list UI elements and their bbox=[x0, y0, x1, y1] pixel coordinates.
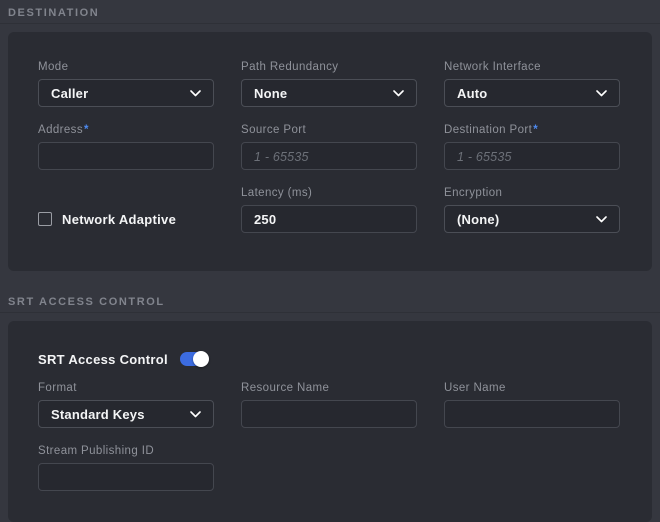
chevron-down-icon bbox=[596, 216, 607, 223]
latency-field: Latency (ms) bbox=[241, 186, 417, 233]
srt-access-control-toggle[interactable] bbox=[180, 352, 208, 366]
address-field: Address* bbox=[38, 123, 214, 170]
encryption-select[interactable]: (None) bbox=[444, 205, 620, 233]
format-label: Format bbox=[38, 381, 214, 395]
srt-access-control-toggle-label: SRT Access Control bbox=[38, 352, 168, 367]
network-interface-field: Network Interface Auto bbox=[444, 60, 620, 107]
srt-access-control-card: SRT Access Control Format Standard Keys bbox=[8, 321, 652, 522]
toggle-knob bbox=[193, 351, 209, 367]
mode-label: Mode bbox=[38, 60, 214, 74]
user-name-label: User Name bbox=[444, 381, 620, 395]
user-name-input[interactable] bbox=[444, 400, 620, 428]
srt-access-control-section: SRT ACCESS CONTROL SRT Access Control Fo… bbox=[0, 289, 660, 522]
latency-input[interactable] bbox=[241, 205, 417, 233]
destination-card: Mode Caller Path Redundancy None bbox=[8, 32, 652, 271]
destination-section-header: DESTINATION bbox=[0, 0, 660, 24]
destination-port-input[interactable] bbox=[444, 142, 620, 170]
chevron-down-icon bbox=[190, 411, 201, 418]
required-asterisk: * bbox=[84, 124, 89, 136]
srt-access-control-section-header: SRT ACCESS CONTROL bbox=[0, 289, 660, 313]
source-port-field: Source Port bbox=[241, 123, 417, 170]
stream-publishing-id-field: Stream Publishing ID bbox=[38, 444, 214, 491]
network-adaptive-checkbox[interactable] bbox=[38, 212, 52, 226]
format-select-value: Standard Keys bbox=[51, 407, 145, 422]
resource-name-label: Resource Name bbox=[241, 381, 417, 395]
path-redundancy-label: Path Redundancy bbox=[241, 60, 417, 74]
network-interface-select[interactable]: Auto bbox=[444, 79, 620, 107]
stream-publishing-id-input[interactable] bbox=[38, 463, 214, 491]
chevron-down-icon bbox=[393, 90, 404, 97]
resource-name-input[interactable] bbox=[241, 400, 417, 428]
path-redundancy-select[interactable]: None bbox=[241, 79, 417, 107]
mode-select-value: Caller bbox=[51, 86, 88, 101]
stream-publishing-id-label: Stream Publishing ID bbox=[38, 444, 214, 458]
format-field: Format Standard Keys bbox=[38, 381, 214, 428]
latency-label: Latency (ms) bbox=[241, 186, 417, 200]
source-port-label: Source Port bbox=[241, 123, 417, 137]
source-port-input[interactable] bbox=[241, 142, 417, 170]
chevron-down-icon bbox=[190, 90, 201, 97]
srt-access-control-toggle-row: SRT Access Control bbox=[38, 349, 622, 369]
encryption-field: Encryption (None) bbox=[444, 186, 620, 233]
mode-field: Mode Caller bbox=[38, 60, 214, 107]
address-input[interactable] bbox=[38, 142, 214, 170]
path-redundancy-select-value: None bbox=[254, 86, 287, 101]
encryption-label: Encryption bbox=[444, 186, 620, 200]
network-adaptive-field: Network Adaptive bbox=[38, 186, 214, 233]
user-name-field: User Name bbox=[444, 381, 620, 428]
network-interface-select-value: Auto bbox=[457, 86, 487, 101]
chevron-down-icon bbox=[596, 90, 607, 97]
destination-port-label: Destination Port* bbox=[444, 123, 620, 137]
path-redundancy-field: Path Redundancy None bbox=[241, 60, 417, 107]
resource-name-field: Resource Name bbox=[241, 381, 417, 428]
format-select[interactable]: Standard Keys bbox=[38, 400, 214, 428]
required-asterisk: * bbox=[533, 124, 538, 136]
destination-section: DESTINATION Mode Caller Path Redundancy bbox=[0, 0, 660, 271]
encryption-select-value: (None) bbox=[457, 212, 499, 227]
destination-port-field: Destination Port* bbox=[444, 123, 620, 170]
network-interface-label: Network Interface bbox=[444, 60, 620, 74]
mode-select[interactable]: Caller bbox=[38, 79, 214, 107]
network-adaptive-label: Network Adaptive bbox=[62, 212, 176, 227]
address-label: Address* bbox=[38, 123, 214, 137]
